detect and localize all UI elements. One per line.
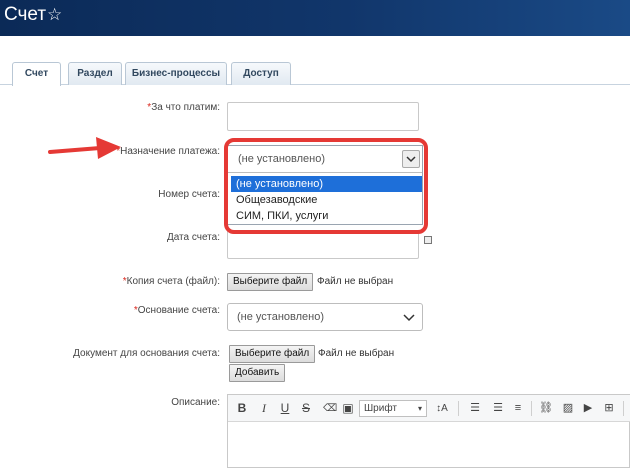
invoice-copy-label: *Копия счета (файл): [122, 276, 220, 287]
font-select[interactable]: Шрифт ▾ [359, 400, 427, 417]
font-size-icon[interactable]: ↕A [434, 401, 450, 416]
basis-label: *Основание счета: [133, 305, 220, 316]
strikethrough-icon[interactable]: S [300, 401, 312, 416]
invoice-date-input[interactable] [227, 230, 419, 259]
italic-icon[interactable]: I [258, 401, 270, 416]
video-icon[interactable]: ▶ [581, 401, 595, 416]
text-color-icon[interactable]: ▣ [341, 401, 355, 416]
underline-icon[interactable]: U [279, 401, 291, 416]
annotation-highlight-box [224, 138, 428, 234]
invoice-number-label: Номер счета: [158, 189, 220, 200]
tab-invoice[interactable]: Счет [12, 62, 61, 86]
invoice-copy-choose-file-button[interactable]: Выберите файл [227, 273, 314, 291]
align-icon[interactable]: ≡ [511, 401, 525, 416]
calendar-icon[interactable] [424, 236, 432, 244]
basis-select[interactable]: (не установлено) [227, 303, 423, 331]
bold-icon[interactable]: B [236, 401, 248, 416]
chevron-down-icon: ▾ [417, 404, 422, 413]
star-icon[interactable]: ☆ [47, 3, 62, 27]
invoice-copy-file-status: Файл не выбран [317, 276, 394, 287]
add-document-button[interactable]: Добавить [229, 364, 286, 382]
toolbar-separator [623, 401, 624, 416]
description-label: Описание: [171, 397, 220, 408]
editor-toolbar: B I U S ⌫ ▣ Шрифт ▾ ↕A ☰ ☰ ≡ ⛓ ▨ ▶ ⊞ [228, 395, 630, 422]
pay-for-input[interactable] [227, 102, 419, 131]
page-header: Счет ☆ [0, 0, 630, 36]
invoice-date-label: Дата счета: [166, 232, 220, 243]
description-editor[interactable]: B I U S ⌫ ▣ Шрифт ▾ ↕A ☰ ☰ ≡ ⛓ ▨ ▶ ⊞ [227, 394, 630, 468]
chevron-down-icon [403, 314, 415, 322]
pay-for-label: *За что платим: [147, 102, 220, 113]
tab-bar: Счет Раздел Бизнес-процессы Доступ [0, 62, 630, 86]
page-title: Счет [4, 4, 47, 25]
tab-section[interactable]: Раздел [68, 62, 122, 85]
unordered-list-icon[interactable]: ☰ [491, 401, 505, 416]
link-icon[interactable]: ⛓ [539, 401, 553, 416]
clear-format-icon[interactable]: ⌫ [323, 401, 337, 416]
image-icon[interactable]: ▨ [561, 401, 575, 416]
ordered-list-icon[interactable]: ☰ [468, 401, 482, 416]
annotation-arrow-icon [48, 137, 121, 159]
table-icon[interactable]: ⊞ [602, 401, 616, 416]
toolbar-separator [531, 401, 532, 416]
toolbar-separator [458, 401, 459, 416]
basis-doc-file-status: Файл не выбран [318, 348, 395, 359]
basis-doc-choose-file-button[interactable]: Выберите файл [229, 345, 316, 363]
tab-business-processes[interactable]: Бизнес-процессы [125, 62, 227, 85]
basis-doc-label: Документ для основания счета: [73, 348, 220, 359]
tab-access[interactable]: Доступ [231, 62, 291, 85]
